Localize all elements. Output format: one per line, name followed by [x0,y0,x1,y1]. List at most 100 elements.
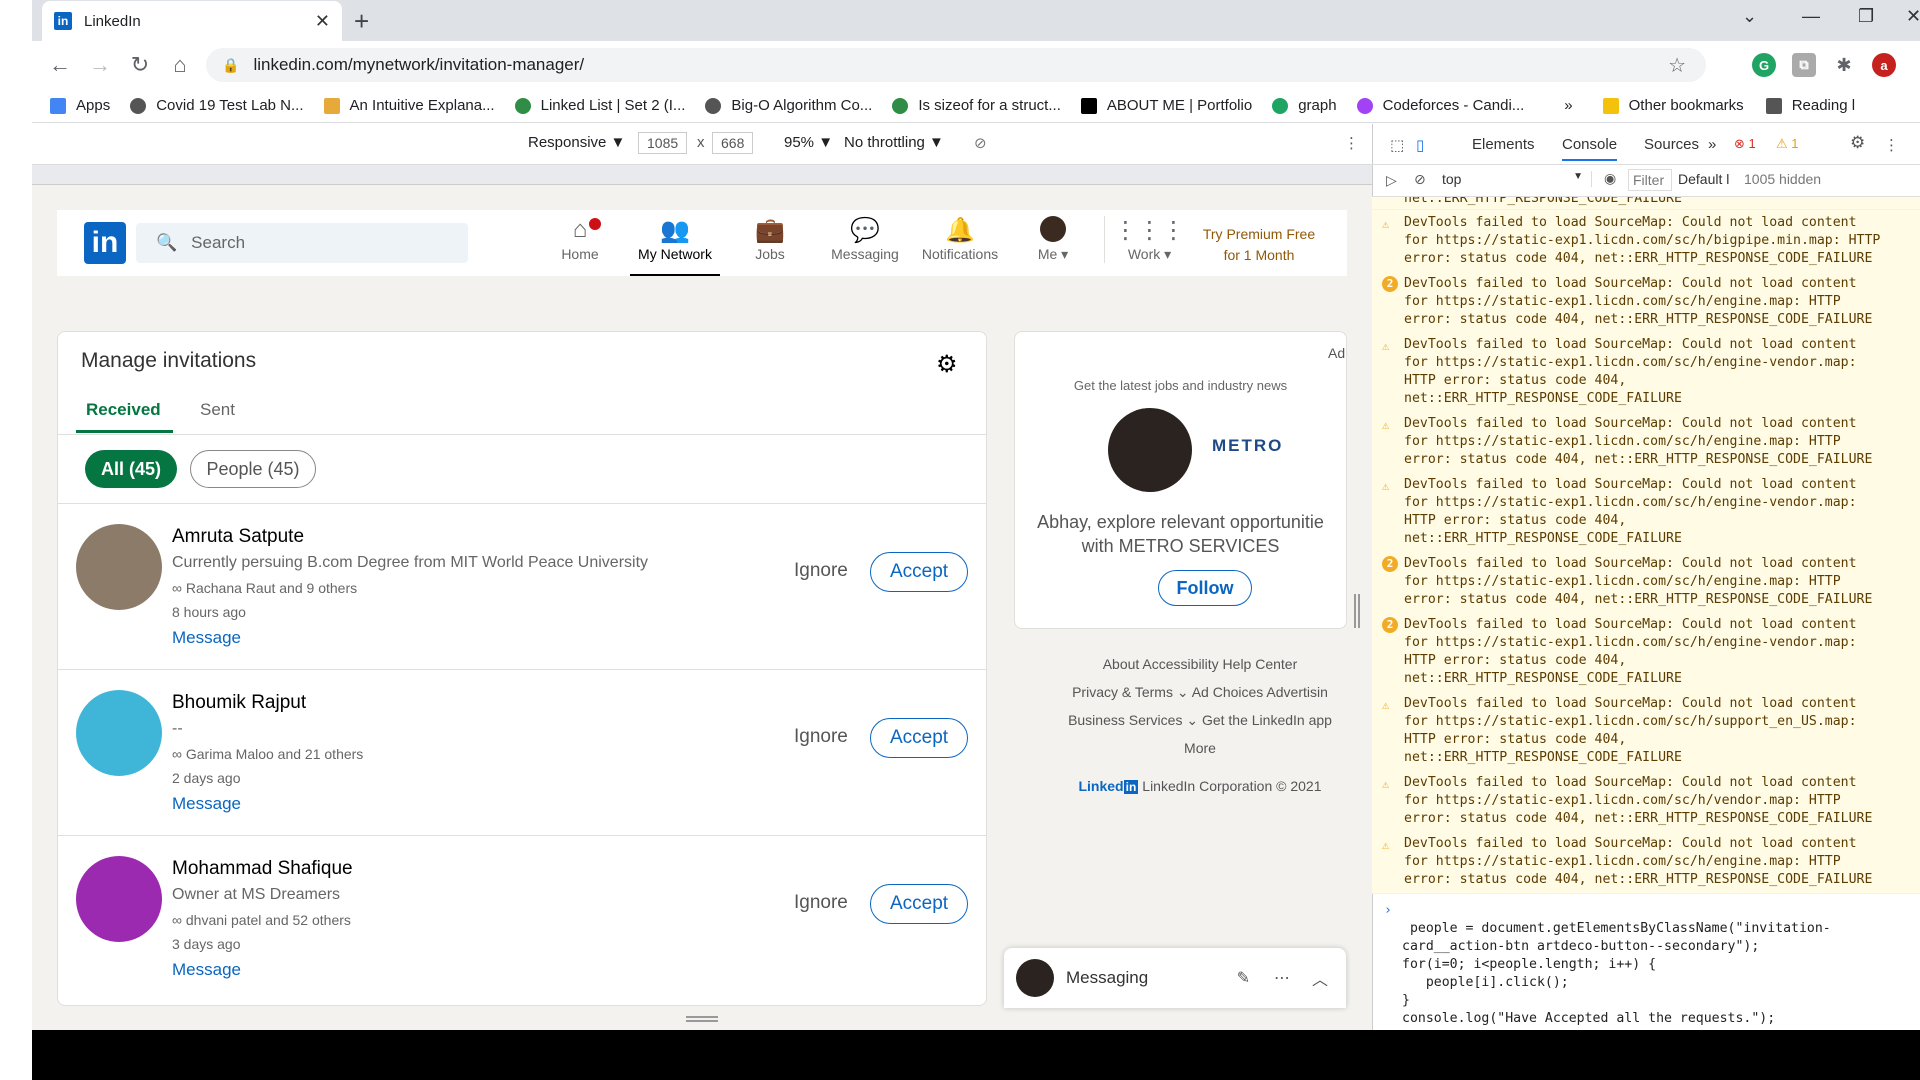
bookmark-item[interactable]: graph [1272,97,1337,114]
puzzle-icon[interactable]: ✱ [1832,53,1856,77]
footer-row[interactable]: About Accessibility Help Center [1040,650,1360,678]
tab-console[interactable]: Console [1562,136,1618,161]
device-toggle-icon[interactable]: ▯ [1416,136,1424,154]
compose-icon[interactable]: ✎ [1237,968,1250,988]
back-icon[interactable]: ← [42,52,78,78]
restore-icon[interactable]: ❐ [1858,6,1874,27]
resize-handle[interactable] [1354,594,1360,628]
message-text[interactable]: DevTools failed to load SourceMap: Could… [1404,775,1872,826]
follow-button[interactable]: Follow [1158,570,1252,606]
address-bar[interactable]: 🔒 linkedin.com/mynetwork/invitation-mana… [206,48,1706,82]
tab-sources[interactable]: Sources [1644,136,1699,153]
message-text[interactable]: DevTools failed to load SourceMap: Could… [1404,477,1857,546]
tab-elements[interactable]: Elements [1472,136,1535,153]
footer-more[interactable]: More [1040,734,1360,762]
other-bookmarks[interactable]: Other bookmarks [1602,97,1744,114]
person-name[interactable]: Amruta Satpute [172,526,304,548]
more-options-icon[interactable]: ⋮ [1344,134,1359,152]
message-link[interactable]: Message [172,628,241,648]
filter-all-pill[interactable]: All (45) [85,450,177,488]
more-icon[interactable]: ⋯ [1274,968,1290,988]
accept-button[interactable]: Accept [870,552,968,592]
avatar[interactable] [76,690,162,776]
grammarly-extension-icon[interactable]: G [1752,53,1776,77]
bookmark-item[interactable]: Is sizeof for a struct... [892,97,1061,114]
home-button-icon[interactable]: ⌂ [162,52,198,78]
message-text[interactable]: DevTools failed to load SourceMap: Could… [1404,836,1872,887]
more-tabs-chevron[interactable]: » [1708,136,1716,153]
width-input[interactable]: 1085 [638,132,688,154]
footer-row[interactable]: Business Services ⌄ Get the LinkedIn app [1040,706,1360,734]
browser-tab[interactable]: in LinkedIn ✕ [42,1,342,41]
gear-icon[interactable]: ⚙ [936,350,958,379]
nav-notifications[interactable]: 🔔 Notifications [915,216,1005,262]
sidebar-toggle-icon[interactable]: ▷ [1386,172,1397,189]
accept-button[interactable]: Accept [870,718,968,758]
extension-icon[interactable]: ⧉ [1792,53,1816,77]
bookmark-star-icon[interactable]: ☆ [1668,53,1686,78]
profile-avatar-icon[interactable]: a [1872,53,1896,77]
nav-my-network[interactable]: 👥 My Network [630,216,720,276]
filter-people-pill[interactable]: People (45) [190,450,316,488]
tab-received[interactable]: Received [76,400,173,433]
rotate-icon[interactable]: ⊘ [974,134,987,152]
zoom-dropdown[interactable]: 95% ▼ [784,134,833,151]
ignore-button[interactable]: Ignore [794,892,848,914]
nav-me[interactable]: Me ▾ [1008,216,1098,263]
height-input[interactable]: 668 [712,132,754,154]
message-text[interactable]: DevTools failed to load SourceMap: Could… [1404,337,1857,406]
try-premium-link[interactable]: Try Premium Free for 1 Month [1188,224,1330,266]
warning-count-badge[interactable]: ⚠ 1 [1776,136,1799,152]
person-name[interactable]: Bhoumik Rajput [172,692,306,714]
message-link[interactable]: Message [172,794,241,814]
context-select[interactable]: top ▼ [1442,171,1592,187]
clear-console-icon[interactable]: ⊘ [1414,171,1426,188]
bookmark-item[interactable]: Big-O Algorithm Co... [705,97,872,114]
message-link[interactable]: Message [172,960,241,980]
message-text[interactable]: DevTools failed to load SourceMap: Could… [1404,276,1872,327]
nav-messaging[interactable]: 💬 Messaging [820,216,910,262]
nav-jobs[interactable]: 💼 Jobs [725,216,815,262]
tab-sent[interactable]: Sent [200,400,235,420]
person-name[interactable]: Mohammad Shafique [172,858,353,880]
bookmark-item[interactable]: Codeforces - Candi... [1356,97,1524,114]
throttle-dropdown[interactable]: No throttling ▼ [844,134,944,151]
message-text[interactable]: DevTools failed to load SourceMap: Could… [1404,215,1880,266]
console-input[interactable]: › people = document.getElementsByClassNam… [1372,898,1920,1030]
linkedin-logo[interactable]: in [84,222,126,264]
message-text[interactable]: DevTools failed to load SourceMap: Could… [1404,416,1872,467]
eye-icon[interactable]: ◉ [1604,170,1616,187]
console-code[interactable]: people = document.getElementsByClassName… [1402,921,1831,1026]
error-count-badge[interactable]: ⊗ 1 [1734,136,1756,152]
lock-icon[interactable]: 🔒 [222,57,239,74]
message-text[interactable]: DevTools failed to load SourceMap: Could… [1404,556,1872,607]
avatar[interactable] [76,856,162,942]
profile-menu-icon[interactable]: ⌄ [1742,6,1757,27]
ignore-button[interactable]: Ignore [794,726,848,748]
log-levels-dropdown[interactable]: Default l [1678,171,1729,187]
new-tab-button[interactable]: + [354,6,369,37]
accept-button[interactable]: Accept [870,884,968,924]
settings-gear-icon[interactable]: ⚙ [1850,133,1865,153]
close-window-icon[interactable]: ✕ [1906,6,1920,27]
reload-icon[interactable]: ↻ [122,52,158,78]
close-tab-icon[interactable]: ✕ [315,11,330,32]
bookmark-apps[interactable]: Apps [50,97,110,114]
devtools-menu-icon[interactable]: ⋮ [1884,136,1899,154]
minimize-icon[interactable]: — [1802,6,1820,27]
inspect-icon[interactable]: ⬚ [1390,136,1404,154]
chevron-up-icon[interactable]: ︿ [1312,966,1328,990]
messaging-bar[interactable]: Messaging ✎ ⋯ ︿ [1004,948,1346,1008]
forward-icon[interactable]: → [82,52,118,78]
more-bookmarks-chevron[interactable]: » [1564,97,1572,114]
responsive-dropdown[interactable]: Responsive ▼ [528,134,625,151]
ignore-button[interactable]: Ignore [794,560,848,582]
bookmark-item[interactable]: Covid 19 Test Lab N... [130,97,304,114]
message-text[interactable]: DevTools failed to load SourceMap: Could… [1404,696,1857,765]
resize-handle-bottom[interactable] [686,1016,718,1022]
bookmark-item[interactable]: Linked List | Set 2 (I... [514,97,685,114]
bookmark-item[interactable]: An Intuitive Explana... [323,97,495,114]
filter-input[interactable]: Filter [1628,169,1672,191]
nav-home[interactable]: ⌂ Home [535,216,625,262]
reading-list[interactable]: Reading l [1765,97,1855,114]
